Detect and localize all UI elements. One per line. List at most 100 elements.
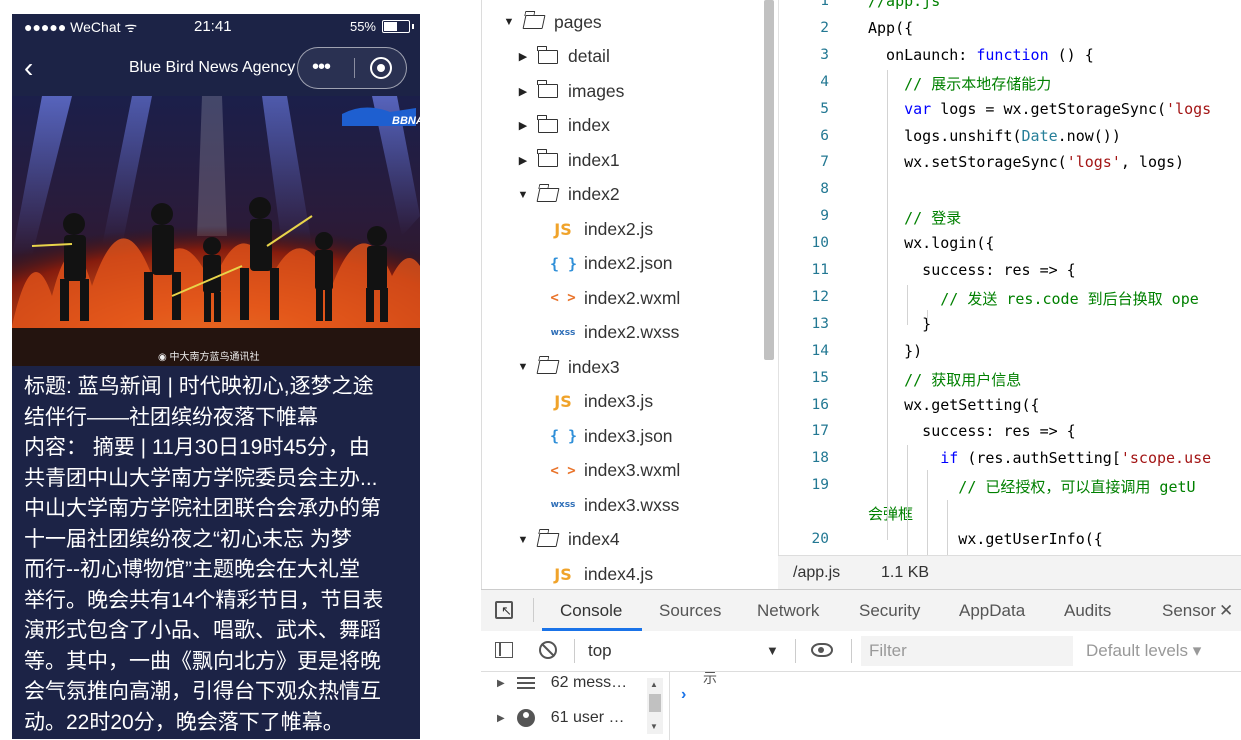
code-token: var [868, 99, 932, 118]
tab-appdata[interactable]: AppData [959, 601, 1025, 621]
log-levels-dropdown[interactable]: Default levels ▾ [1086, 641, 1201, 661]
line-number: 15 [811, 369, 829, 386]
caret-down-icon[interactable]: ▼ [516, 534, 530, 546]
news-photo: BBNA ◉ 中大南方蓝鸟通讯社 [12, 96, 420, 366]
news-text-line: 会气氛推向高潮，引得台下观众热情互 [24, 680, 381, 703]
code-editor[interactable]: 1 //app.js 2 App({3 onLaunch: function () {… [778, 0, 1241, 555]
tree-file[interactable]: JS index3.js [550, 385, 653, 419]
caret-down-icon[interactable]: ▼ [516, 361, 530, 373]
file-tree: ▼ pages ▶ detail ▶ images ▶ index ▶ index1 ▼ index2… [481, 0, 778, 589]
code-token: (res.authSetting[ [958, 449, 1121, 468]
tree-file[interactable]: JS index4.js [550, 557, 653, 591]
logo-text: BBNA [392, 115, 420, 127]
tree-item-label: index3 [568, 356, 620, 377]
tree-file[interactable]: < > index2.wxml [550, 281, 680, 315]
news-text-line: 演形式包含了小品、唱歌、武术、舞蹈 [24, 619, 381, 642]
news-text-line: 动。22时20分，晚会落下了帷幕。 [24, 710, 344, 734]
phone-screen: ●●●●● WeChat ᯤ 21:41 55% ‹ Blue Bird New… [12, 14, 420, 739]
js-file-icon: JS [554, 392, 572, 411]
tree-folder[interactable]: ▼ pages [502, 5, 602, 39]
line-number: 12 [811, 288, 829, 305]
tree-folder[interactable]: ▼ index3 [516, 350, 620, 384]
more-dots-icon[interactable]: ••• [312, 56, 331, 79]
tree-folder[interactable]: ▶ images [516, 74, 624, 108]
code-line: // 展示本地存储能力 [868, 73, 1051, 94]
tree-file[interactable]: { } index2.json [550, 247, 673, 281]
caret-right-icon[interactable]: ▶ [497, 678, 505, 689]
tree-folder[interactable]: ▼ index2 [516, 178, 620, 212]
tree-file[interactable]: JS index2.js [550, 212, 653, 246]
line-number: 4 [820, 73, 829, 90]
tree-item-label: index2.json [584, 253, 673, 273]
tree-item-label: index4 [568, 529, 620, 549]
caret-right-icon[interactable]: ▶ [516, 85, 530, 98]
caret-right-icon[interactable]: ▶ [516, 154, 530, 167]
context-selector[interactable]: top [588, 641, 612, 661]
code-token: if [868, 449, 959, 468]
console-filter-input[interactable] [861, 636, 1073, 666]
news-text-line: 举行。晚会共有14个精彩节目，节目表 [24, 588, 384, 612]
tree-folder[interactable]: ▼ index4 [516, 523, 620, 557]
context-dropdown-icon[interactable]: ▼ [766, 643, 779, 658]
divider [851, 639, 852, 663]
code-line: onLaunch: function () { [868, 46, 1094, 64]
caret-down-icon[interactable]: ▼ [502, 16, 516, 28]
folder-icon [537, 45, 558, 64]
caret-right-icon[interactable]: ▶ [497, 713, 505, 724]
live-expression-eye-icon[interactable] [811, 643, 833, 657]
close-devtools-icon[interactable]: ✕ [1219, 601, 1233, 621]
console-sidebar-item[interactable]: ▶ 61 user … [497, 703, 625, 733]
tree-folder[interactable]: ▶ index [516, 109, 610, 143]
code-line: wx.setStorageSync('logs', logs) [868, 153, 1184, 171]
code-token: success: res => { [868, 422, 1076, 441]
tree-file[interactable]: < > index3.wxml [550, 454, 680, 488]
line-number: 18 [811, 450, 829, 467]
tree-item-label: index [568, 115, 610, 135]
code-line: App({ [868, 19, 913, 37]
wxss-file-icon: wxss [550, 327, 576, 338]
tree-file[interactable]: wxss index2.wxss [550, 316, 680, 350]
tree-file[interactable]: { } index3.json [550, 419, 673, 453]
code-line: wx.getSetting({ [868, 396, 1039, 414]
caret-down-icon[interactable]: ▼ [516, 189, 530, 201]
code-token: logs.unshift( [868, 126, 1022, 145]
editor-status-bar: /app.js 1.1 KB [778, 555, 1241, 590]
tab-audits[interactable]: Audits [1064, 601, 1111, 621]
tab-network[interactable]: Network [757, 601, 819, 621]
tab-console[interactable]: Console [560, 601, 622, 621]
console-sidebar-scrollbar[interactable]: ▲ ▼ [647, 678, 663, 734]
caret-right-icon[interactable]: ▶ [516, 50, 530, 63]
js-file-icon: JS [554, 219, 572, 239]
status-carrier: ●●●●● WeChat ᯤ [24, 19, 138, 35]
tree-folder[interactable]: ▶ index1 [516, 143, 620, 177]
tab-sensor[interactable]: Sensor [1162, 601, 1216, 621]
console-prompt-icon[interactable]: › [681, 686, 686, 704]
tree-file[interactable]: wxss index3.wxss [550, 488, 680, 522]
clear-console-icon[interactable] [539, 641, 557, 659]
folder-open-icon [536, 532, 560, 547]
scroll-up-arrow-icon[interactable]: ▲ [650, 680, 658, 689]
weibo-icon: ◉ [158, 352, 170, 363]
divider [574, 639, 575, 663]
code-line: success: res => { [868, 261, 1076, 279]
tree-folder[interactable]: ▶ detail [516, 40, 610, 74]
tab-security[interactable]: Security [859, 601, 920, 621]
code-token: success: res => { [868, 261, 1076, 279]
caret-right-icon[interactable]: ▶ [516, 119, 530, 132]
code-line: // 获取用户信息 [868, 369, 1021, 390]
console-sidebar: ▶ 62 mess… ▶ 61 user … [481, 672, 670, 740]
code-line: logs.unshift(Date.now()) [868, 127, 1121, 145]
close-circle-icon[interactable] [370, 57, 392, 79]
bbna-logo: BBNA [342, 107, 420, 127]
tab-sources[interactable]: Sources [659, 601, 721, 621]
code-token: wx.setStorageSync( [868, 153, 1067, 172]
console-sidebar-item[interactable]: ▶ 62 mess… [497, 668, 627, 698]
sidebar-toggle-icon[interactable] [495, 642, 513, 658]
code-token: onLaunch: [868, 45, 977, 64]
tree-item-label: pages [554, 11, 602, 32]
scroll-thumb[interactable] [649, 694, 661, 712]
inspect-element-icon[interactable] [495, 601, 513, 619]
file-tree-scrollbar[interactable] [764, 0, 774, 360]
back-arrow-icon[interactable]: ‹ [24, 54, 48, 84]
scroll-down-arrow-icon[interactable]: ▼ [650, 722, 658, 731]
